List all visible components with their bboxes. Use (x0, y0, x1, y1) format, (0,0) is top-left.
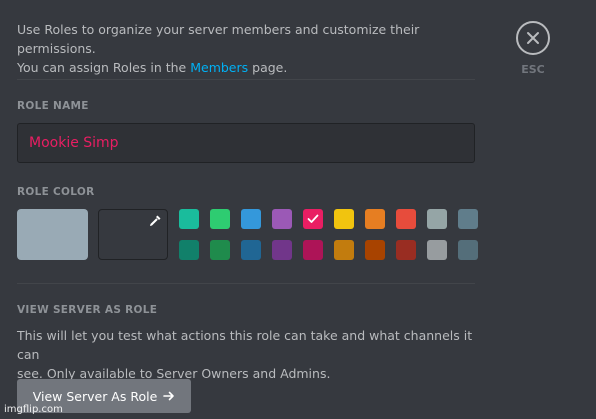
color-swatch[interactable] (210, 209, 230, 229)
view-as-role-description: This will let you test what actions this… (17, 326, 487, 383)
intro-line-2-prefix: You can assign Roles in the (17, 60, 191, 75)
color-swatch[interactable] (241, 209, 261, 229)
color-swatch[interactable] (272, 240, 292, 260)
color-swatch[interactable] (303, 209, 323, 229)
color-swatch[interactable] (458, 209, 478, 229)
color-swatch[interactable] (396, 240, 416, 260)
divider (17, 79, 475, 80)
view-server-as-role-label: View Server As Role (32, 388, 158, 404)
members-link[interactable]: Members (190, 60, 248, 75)
color-swatch[interactable] (427, 240, 447, 260)
close-control: ESC (515, 21, 551, 76)
arrow-right-icon (163, 391, 175, 401)
color-swatch[interactable] (179, 240, 199, 260)
color-swatch[interactable] (458, 240, 478, 260)
default-color-swatch[interactable] (17, 209, 88, 260)
close-button[interactable] (516, 21, 550, 55)
color-swatch[interactable] (241, 240, 261, 260)
custom-color-swatch[interactable] (98, 209, 168, 260)
close-icon (527, 32, 539, 44)
color-swatch[interactable] (303, 240, 323, 260)
intro-line-2: You can assign Roles in the Members page… (17, 58, 487, 77)
color-swatch[interactable] (334, 209, 354, 229)
color-swatch[interactable] (396, 209, 416, 229)
divider (17, 283, 475, 284)
color-swatch-grid (179, 209, 478, 260)
role-name-title: ROLE NAME (17, 100, 89, 112)
esc-label: ESC (521, 63, 545, 76)
checkmark-icon (307, 214, 319, 223)
role-name-value: Mookie Simp (29, 135, 119, 151)
watermark: imgflip.com (4, 404, 63, 415)
color-swatch[interactable] (179, 209, 199, 229)
role-name-input[interactable]: Mookie Simp (17, 123, 475, 163)
color-swatch[interactable] (210, 240, 230, 260)
intro-text: Use Roles to organize your server member… (17, 20, 487, 77)
color-swatch[interactable] (365, 209, 385, 229)
role-color-title: ROLE COLOR (17, 186, 95, 198)
eyedropper-icon (150, 215, 161, 226)
intro-line-2-suffix: page. (248, 60, 288, 75)
intro-line-1: Use Roles to organize your server member… (17, 22, 420, 56)
description-line-1: This will let you test what actions this… (17, 328, 473, 362)
color-swatch[interactable] (427, 209, 447, 229)
color-swatch[interactable] (334, 240, 354, 260)
color-swatch[interactable] (272, 209, 292, 229)
view-as-role-title: VIEW SERVER AS ROLE (17, 304, 158, 316)
color-swatch[interactable] (365, 240, 385, 260)
